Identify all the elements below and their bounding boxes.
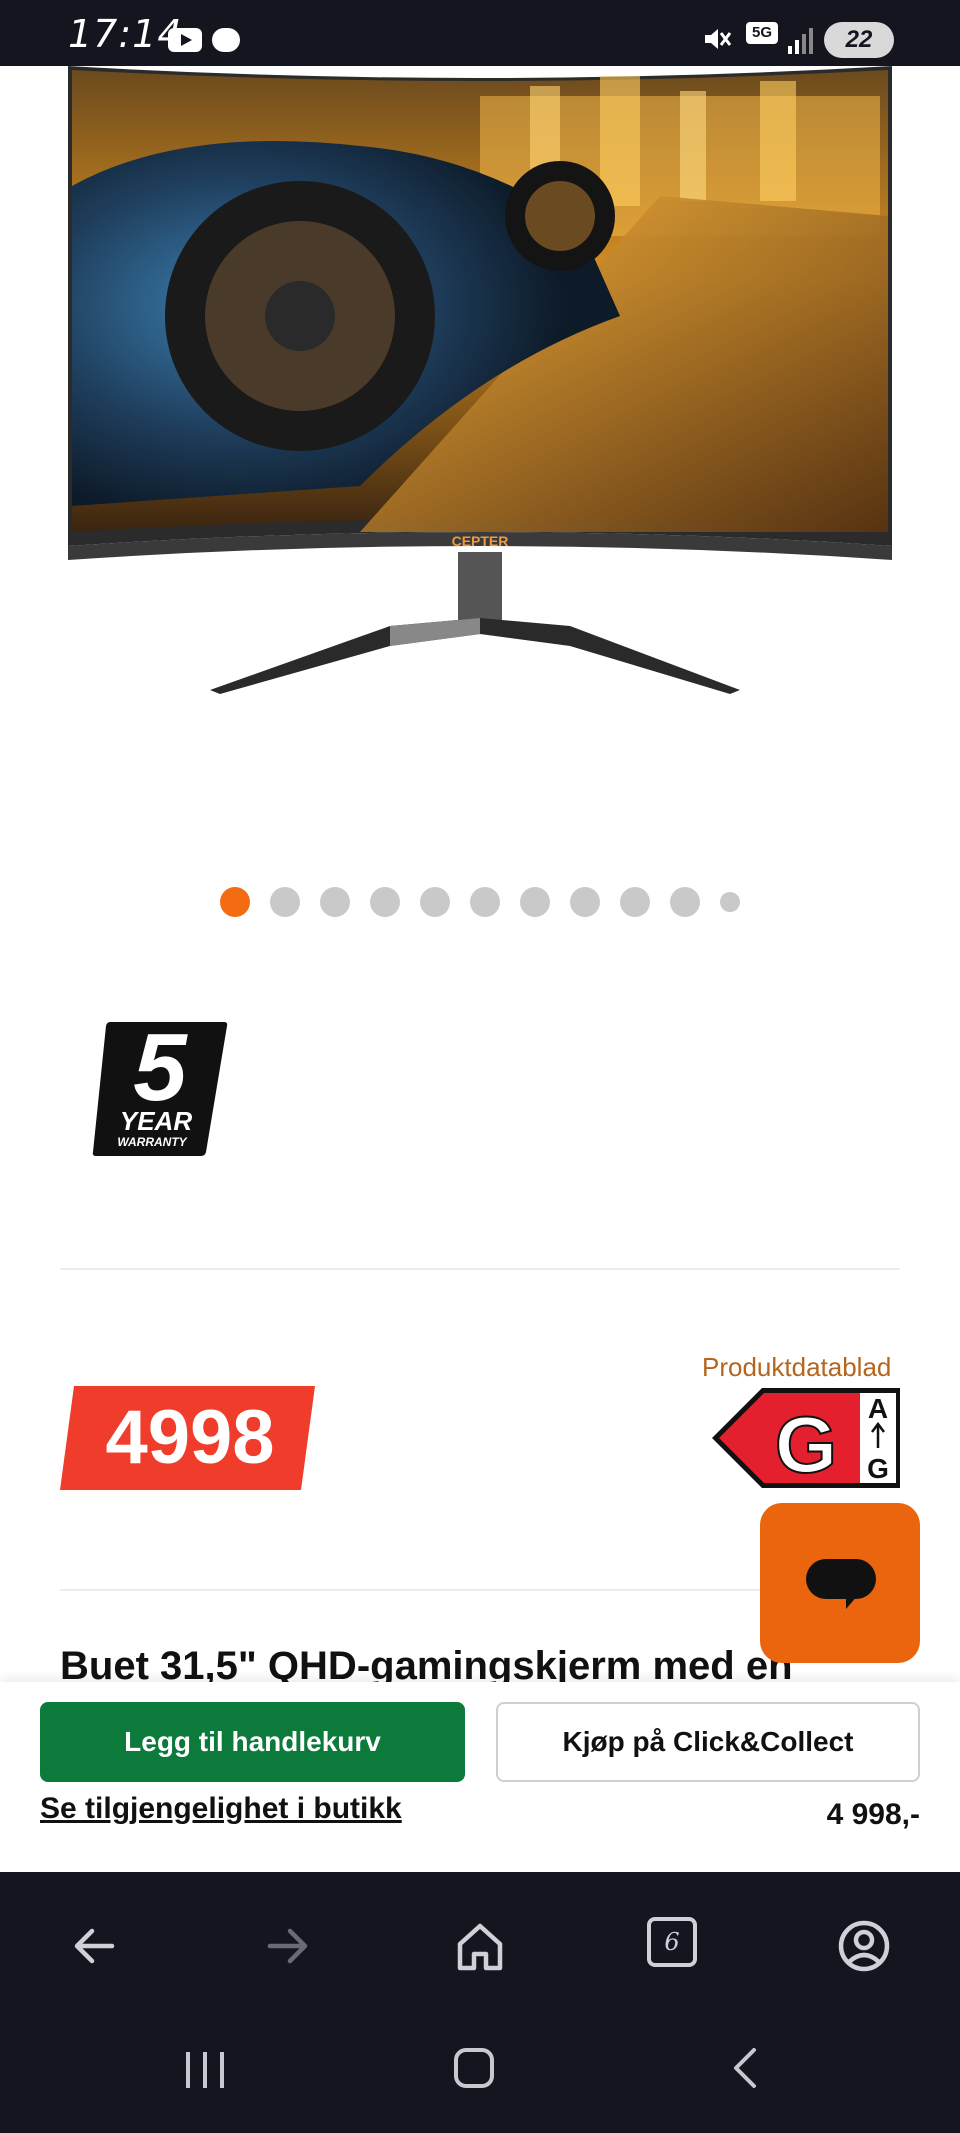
energy-scale-top: A bbox=[868, 1393, 888, 1424]
carousel-dot[interactable] bbox=[220, 887, 250, 917]
warranty-badge: 5 YEAR WARRANTY bbox=[92, 1018, 228, 1156]
chat-notification-icon bbox=[212, 28, 240, 52]
divider bbox=[60, 1268, 900, 1270]
product-title-text: Buet 31,5" QHD-gamingskjerm med en bbox=[60, 1650, 793, 1684]
status-bar: 17:14 5G 22 bbox=[0, 0, 960, 66]
home-button-icon[interactable] bbox=[452, 2046, 496, 2090]
back-icon[interactable] bbox=[728, 2046, 764, 2090]
carousel-dot[interactable] bbox=[420, 887, 450, 917]
click-collect-button[interactable]: Kjøp på Click&Collect bbox=[496, 1702, 920, 1782]
carousel-dot[interactable] bbox=[370, 887, 400, 917]
price-tag: 4998 bbox=[105, 1395, 275, 1480]
carousel-dot[interactable] bbox=[470, 887, 500, 917]
chat-bubble-icon bbox=[806, 1559, 876, 1599]
carousel-dots bbox=[0, 887, 960, 917]
warranty-label: WARRANTY bbox=[117, 1135, 187, 1149]
carousel-dot[interactable] bbox=[670, 887, 700, 917]
energy-scale-bottom: G bbox=[867, 1453, 889, 1484]
energy-label[interactable]: G A G bbox=[710, 1386, 902, 1490]
buy-bar: Legg til handlekurv Kjøp på Click&Collec… bbox=[0, 1682, 960, 1872]
network-type: 5G bbox=[746, 22, 778, 44]
back-arrow-icon[interactable] bbox=[64, 1916, 124, 1976]
sticky-price: 4 998,- bbox=[826, 1798, 920, 1831]
carousel-dot[interactable] bbox=[720, 892, 740, 912]
mute-icon bbox=[705, 29, 732, 49]
carousel-dot[interactable] bbox=[520, 887, 550, 917]
carousel-dot[interactable] bbox=[320, 887, 350, 917]
system-navigation-bar bbox=[0, 2012, 960, 2133]
product-image-monitor[interactable]: CEPTER bbox=[60, 66, 900, 706]
status-time: 17:14 bbox=[68, 12, 183, 56]
warranty-year: YEAR bbox=[120, 1106, 192, 1136]
carousel-dot[interactable] bbox=[270, 887, 300, 917]
add-to-cart-button[interactable]: Legg til handlekurv bbox=[40, 1702, 465, 1782]
carousel-dot[interactable] bbox=[620, 887, 650, 917]
datasheet-link[interactable]: Produktdatablad bbox=[702, 1352, 891, 1383]
signal-icon bbox=[788, 28, 813, 54]
recent-apps-icon[interactable] bbox=[180, 2048, 230, 2092]
energy-class: G bbox=[775, 1400, 837, 1489]
store-availability-link[interactable]: Se tilgjengelighet i butikk bbox=[40, 1792, 402, 1826]
battery-icon: 22 bbox=[824, 22, 894, 58]
youtube-icon bbox=[168, 28, 202, 52]
home-icon[interactable] bbox=[450, 1916, 510, 1976]
brand-logo: CEPTER bbox=[452, 533, 509, 549]
tabs-icon[interactable]: 6 bbox=[647, 1917, 697, 1967]
chat-button[interactable] bbox=[760, 1503, 920, 1663]
account-icon[interactable] bbox=[834, 1916, 894, 1976]
forward-arrow-icon[interactable] bbox=[258, 1916, 318, 1976]
browser-toolbar bbox=[0, 1872, 960, 2012]
chat-bubble-tail bbox=[846, 1595, 858, 1609]
carousel-dot[interactable] bbox=[570, 887, 600, 917]
